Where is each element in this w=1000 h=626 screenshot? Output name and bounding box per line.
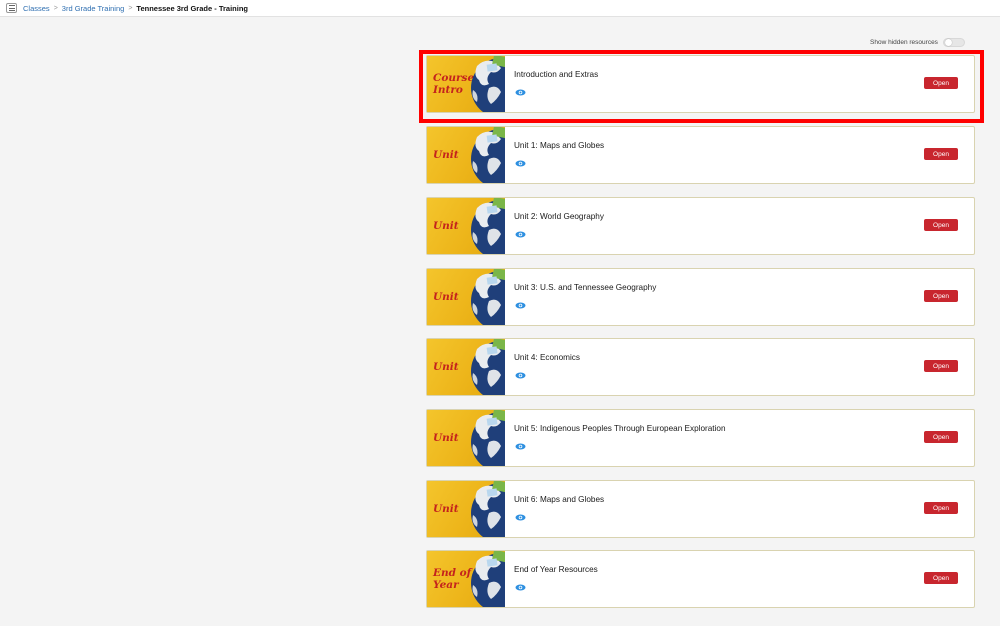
thumbnail-label: Unit	[433, 220, 459, 232]
resource-title[interactable]: Unit 5: Indigenous Peoples Through Europ…	[514, 424, 726, 433]
menu-icon[interactable]	[6, 3, 17, 13]
show-hidden-resources-row: Show hidden resources	[870, 37, 965, 47]
resource-thumbnail: Unit	[427, 198, 505, 254]
resource-title[interactable]: Unit 4: Economics	[514, 353, 580, 362]
resource-thumbnail: Unit	[427, 339, 505, 395]
eye-icon[interactable]	[515, 584, 526, 591]
resource-thumbnail: End of Year	[427, 551, 505, 607]
resource-title[interactable]: End of Year Resources	[514, 565, 598, 574]
show-hidden-resources-label: Show hidden resources	[870, 38, 938, 46]
breadcrumb-separator-icon: >	[53, 4, 58, 12]
eye-icon[interactable]	[515, 443, 526, 450]
resource-title[interactable]: Unit 6: Maps and Globes	[514, 495, 604, 504]
open-button[interactable]: Open	[924, 502, 958, 514]
open-button[interactable]: Open	[924, 219, 958, 231]
breadcrumb-3rd-grade-training[interactable]: 3rd Grade Training	[62, 4, 125, 13]
resource-thumbnail: Unit	[427, 410, 505, 466]
thumbnail-label: Unit	[433, 291, 459, 303]
toggle-knob	[944, 38, 952, 46]
resource-card[interactable]: Unit Unit 4: Economics Open	[426, 338, 975, 396]
globe-icon	[471, 269, 505, 325]
globe-icon	[471, 198, 505, 254]
thumbnail-label: Unit	[433, 503, 459, 515]
thumbnail-label: Unit	[433, 361, 459, 373]
eye-icon[interactable]	[515, 302, 526, 309]
resource-title[interactable]: Introduction and Extras	[514, 70, 598, 79]
breadcrumb-current: Tennessee 3rd Grade - Training	[136, 3, 248, 13]
resource-card[interactable]: Unit Unit 3: U.S. and Tennessee Geograph…	[426, 268, 975, 326]
thumbnail-label: Unit	[433, 149, 459, 161]
resource-thumbnail: Course Intro	[427, 56, 505, 112]
open-button[interactable]: Open	[924, 290, 958, 302]
globe-icon	[471, 56, 505, 112]
open-button[interactable]: Open	[924, 148, 958, 160]
top-bar: Classes > 3rd Grade Training > Tennessee…	[0, 0, 1000, 17]
eye-icon[interactable]	[515, 231, 526, 238]
resource-title[interactable]: Unit 1: Maps and Globes	[514, 141, 604, 150]
breadcrumb-separator-icon: >	[128, 4, 133, 12]
resource-card[interactable]: Unit Unit 1: Maps and Globes Open	[426, 126, 975, 184]
eye-icon[interactable]	[515, 372, 526, 379]
globe-icon	[471, 410, 505, 466]
thumbnail-label: End of Year	[433, 567, 472, 591]
show-hidden-resources-toggle[interactable]	[942, 37, 965, 47]
resource-thumbnail: Unit	[427, 127, 505, 183]
resource-card[interactable]: Unit Unit 5: Indigenous Peoples Through …	[426, 409, 975, 467]
globe-icon	[471, 551, 505, 607]
resource-card[interactable]: End of Year End of Year Resources Open	[426, 550, 975, 608]
thumbnail-label: Unit	[433, 432, 459, 444]
resource-card[interactable]: Course Intro Introduction and Extras Open	[426, 55, 975, 113]
resource-thumbnail: Unit	[427, 269, 505, 325]
eye-icon[interactable]	[515, 89, 526, 96]
breadcrumb-classes[interactable]: Classes	[23, 4, 50, 13]
resource-card[interactable]: Unit Unit 6: Maps and Globes Open	[426, 480, 975, 538]
open-button[interactable]: Open	[924, 360, 958, 372]
globe-icon	[471, 339, 505, 395]
resource-title[interactable]: Unit 3: U.S. and Tennessee Geography	[514, 283, 656, 292]
eye-icon[interactable]	[515, 514, 526, 521]
resource-title[interactable]: Unit 2: World Geography	[514, 212, 604, 221]
eye-icon[interactable]	[515, 160, 526, 167]
open-button[interactable]: Open	[924, 431, 958, 443]
globe-icon	[471, 481, 505, 537]
open-button[interactable]: Open	[924, 572, 958, 584]
resource-thumbnail: Unit	[427, 481, 505, 537]
globe-icon	[471, 127, 505, 183]
open-button[interactable]: Open	[924, 77, 958, 89]
resource-card[interactable]: Unit Unit 2: World Geography Open	[426, 197, 975, 255]
